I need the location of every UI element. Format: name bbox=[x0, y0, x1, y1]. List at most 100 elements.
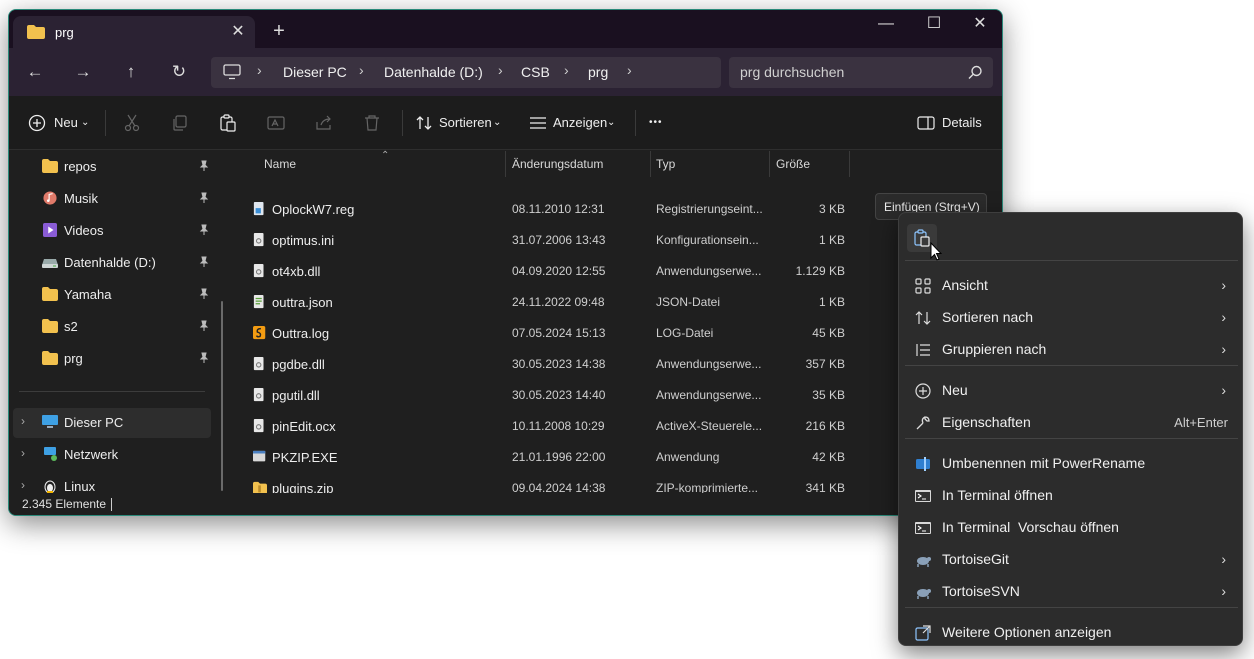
sidebar-item-yamaha[interactable]: Yamaha bbox=[9, 280, 221, 310]
sort-button[interactable]: Sortieren bbox=[439, 111, 492, 135]
tab-prg[interactable]: prg ✕ bbox=[13, 16, 255, 48]
sidebar-scrollbar[interactable] bbox=[221, 301, 223, 491]
menu-item-tortoisegit[interactable]: TortoiseGit › bbox=[903, 545, 1240, 575]
breadcrumb-item[interactable]: prg bbox=[588, 64, 608, 80]
column-divider[interactable] bbox=[505, 151, 506, 177]
file-row[interactable]: ot4xb.dll 04.09.2020 12:55 Anwendungserwe.… bbox=[233, 255, 893, 286]
close-window-button[interactable]: ✕ bbox=[957, 10, 1002, 40]
pin-icon[interactable] bbox=[198, 288, 210, 300]
file-name: Outtra.log bbox=[272, 326, 330, 341]
chevron-right-icon: › bbox=[1221, 309, 1226, 325]
breadcrumb-chevron-icon[interactable]: › bbox=[564, 62, 569, 78]
file-row[interactable]: OplockW7.reg 08.11.2010 12:31 Registrierun… bbox=[233, 193, 893, 224]
new-button[interactable]: Neu bbox=[54, 111, 78, 135]
pin-icon[interactable] bbox=[198, 320, 210, 332]
terminal-icon bbox=[915, 490, 931, 502]
column-header-name[interactable]: Name bbox=[264, 157, 296, 171]
file-row[interactable]: optimus.ini 31.07.2006 13:43 Konfiguration… bbox=[233, 224, 893, 255]
menu-item-eigenschaften[interactable]: Eigenschaften Alt+Enter bbox=[903, 408, 1240, 438]
more-options-button[interactable]: ••• bbox=[649, 111, 663, 135]
file-row[interactable]: Outtra.log 07.05.2024 15:13 LOG-Datei 45 KB bbox=[233, 317, 893, 348]
chevron-right-icon[interactable]: › bbox=[21, 446, 25, 460]
forward-button[interactable]: → bbox=[69, 60, 97, 84]
file-size: 357 KB bbox=[805, 357, 845, 371]
group-icon bbox=[916, 344, 930, 356]
sidebar-item-netzwerk[interactable]: › Netzwerk bbox=[9, 440, 221, 470]
file-name: OplockW7.reg bbox=[272, 202, 355, 217]
menu-item-ansicht[interactable]: Ansicht › bbox=[903, 271, 1240, 301]
address-bar[interactable]: › Dieser PC › Datenhalde (D:) › CSB › pr… bbox=[211, 57, 721, 88]
chevron-right-icon[interactable]: › bbox=[21, 414, 25, 428]
delete-icon[interactable] bbox=[363, 114, 381, 132]
column-header-date[interactable]: Änderungsdatum bbox=[512, 157, 603, 171]
up-button[interactable]: ↑ bbox=[117, 60, 145, 84]
chevron-down-icon[interactable]: ⌄ bbox=[607, 111, 615, 135]
search-input[interactable]: prg durchsuchen bbox=[740, 64, 844, 80]
details-button[interactable]: Details bbox=[942, 111, 982, 135]
pin-icon[interactable] bbox=[198, 192, 210, 204]
breadcrumb-item[interactable]: Dieser PC bbox=[283, 64, 347, 80]
minimize-button[interactable]: — bbox=[863, 10, 909, 40]
rename-icon[interactable] bbox=[267, 114, 285, 132]
pin-icon[interactable] bbox=[198, 256, 210, 268]
sort-icon bbox=[915, 311, 931, 325]
file-row[interactable]: outtra.json 24.11.2022 09:48 JSON-Datei 1 K… bbox=[233, 286, 893, 317]
breadcrumb-item[interactable]: Datenhalde (D:) bbox=[384, 64, 483, 80]
tortoise-icon bbox=[917, 557, 931, 567]
menu-divider bbox=[905, 607, 1238, 608]
column-header-size[interactable]: Größe bbox=[776, 157, 810, 171]
file-name: ot4xb.dll bbox=[272, 264, 321, 279]
file-date: 30.05.2023 14:38 bbox=[512, 357, 606, 371]
sidebar-item-videos[interactable]: Videos bbox=[9, 216, 221, 246]
share-icon[interactable] bbox=[315, 114, 333, 132]
pin-icon[interactable] bbox=[198, 352, 210, 364]
menu-item-neu[interactable]: Neu › bbox=[903, 376, 1240, 406]
chevron-down-icon[interactable]: ⌄ bbox=[493, 111, 501, 135]
menu-item-in-terminal-öffnen[interactable]: In Terminal öffnen bbox=[903, 481, 1240, 511]
sidebar-item-s2[interactable]: s2 bbox=[9, 312, 221, 342]
search-icon[interactable] bbox=[968, 65, 983, 80]
sidebar-item-datenhalde[interactable]: Datenhalde (D:) bbox=[9, 248, 221, 278]
file-row[interactable]: pgutil.dll 30.05.2023 14:40 Anwendungserwe… bbox=[233, 379, 893, 410]
file-row[interactable]: pgdbe.dll 30.05.2023 14:38 Anwendungserwe.… bbox=[233, 348, 893, 379]
breadcrumb-chevron-icon[interactable]: › bbox=[257, 62, 262, 78]
toolbar-divider bbox=[105, 110, 106, 136]
paste-icon[interactable] bbox=[219, 114, 237, 132]
pin-icon[interactable] bbox=[198, 224, 210, 236]
breadcrumb-chevron-icon[interactable]: › bbox=[359, 62, 364, 78]
menu-item-in-terminal-vorschau-öffnen[interactable]: In Terminal Vorschau öffnen bbox=[903, 513, 1240, 543]
view-button[interactable]: Anzeigen bbox=[553, 111, 607, 135]
sidebar-item-prg[interactable]: prg bbox=[9, 344, 221, 374]
pin-icon[interactable] bbox=[198, 160, 210, 172]
menu-item-weitere-optionen-anzeigen[interactable]: Weitere Optionen anzeigen bbox=[903, 618, 1240, 648]
new-tab-button[interactable]: + bbox=[267, 20, 291, 44]
sidebar-item-repos[interactable]: repos bbox=[9, 152, 221, 182]
maximize-button[interactable]: ☐ bbox=[911, 10, 957, 40]
column-header-type[interactable]: Typ bbox=[656, 157, 675, 171]
refresh-button[interactable]: ↻ bbox=[165, 60, 193, 84]
chevron-right-icon[interactable]: › bbox=[21, 478, 25, 492]
file-row[interactable]: PKZIP.EXE 21.01.1996 22:00 Anwendung 42 KB bbox=[233, 441, 893, 472]
breadcrumb-chevron-icon[interactable]: › bbox=[627, 62, 632, 78]
tab-close-icon[interactable]: ✕ bbox=[227, 21, 249, 43]
sidebar-item-dieser-pc[interactable]: › Dieser PC bbox=[13, 408, 211, 438]
column-divider[interactable] bbox=[849, 151, 850, 177]
column-divider[interactable] bbox=[650, 151, 651, 177]
chevron-down-icon[interactable]: ⌄ bbox=[81, 111, 89, 135]
menu-item-umbenennen-mit-powerrename[interactable]: Umbenennen mit PowerRename bbox=[903, 449, 1240, 479]
sidebar-item-musik[interactable]: Musik bbox=[9, 184, 221, 214]
menu-shortcut: Alt+Enter bbox=[1174, 415, 1228, 430]
cut-icon[interactable] bbox=[123, 114, 141, 132]
breadcrumb-chevron-icon[interactable]: › bbox=[498, 62, 503, 78]
copy-icon[interactable] bbox=[171, 114, 189, 132]
search-box[interactable]: prg durchsuchen bbox=[729, 57, 993, 88]
back-button[interactable]: ← bbox=[21, 60, 49, 84]
file-row[interactable]: pinEdit.ocx 10.11.2008 10:29 ActiveX-Steue… bbox=[233, 410, 893, 441]
sidebar-item-label: Dieser PC bbox=[64, 415, 124, 430]
sort-ascending-icon: ⌃ bbox=[381, 150, 390, 161]
menu-item-tortoisesvn[interactable]: TortoiseSVN › bbox=[903, 577, 1240, 607]
menu-item-gruppieren-nach[interactable]: Gruppieren nach › bbox=[903, 335, 1240, 365]
menu-item-sortieren-nach[interactable]: Sortieren nach › bbox=[903, 303, 1240, 333]
breadcrumb-item[interactable]: CSB bbox=[521, 64, 550, 80]
column-divider[interactable] bbox=[769, 151, 770, 177]
